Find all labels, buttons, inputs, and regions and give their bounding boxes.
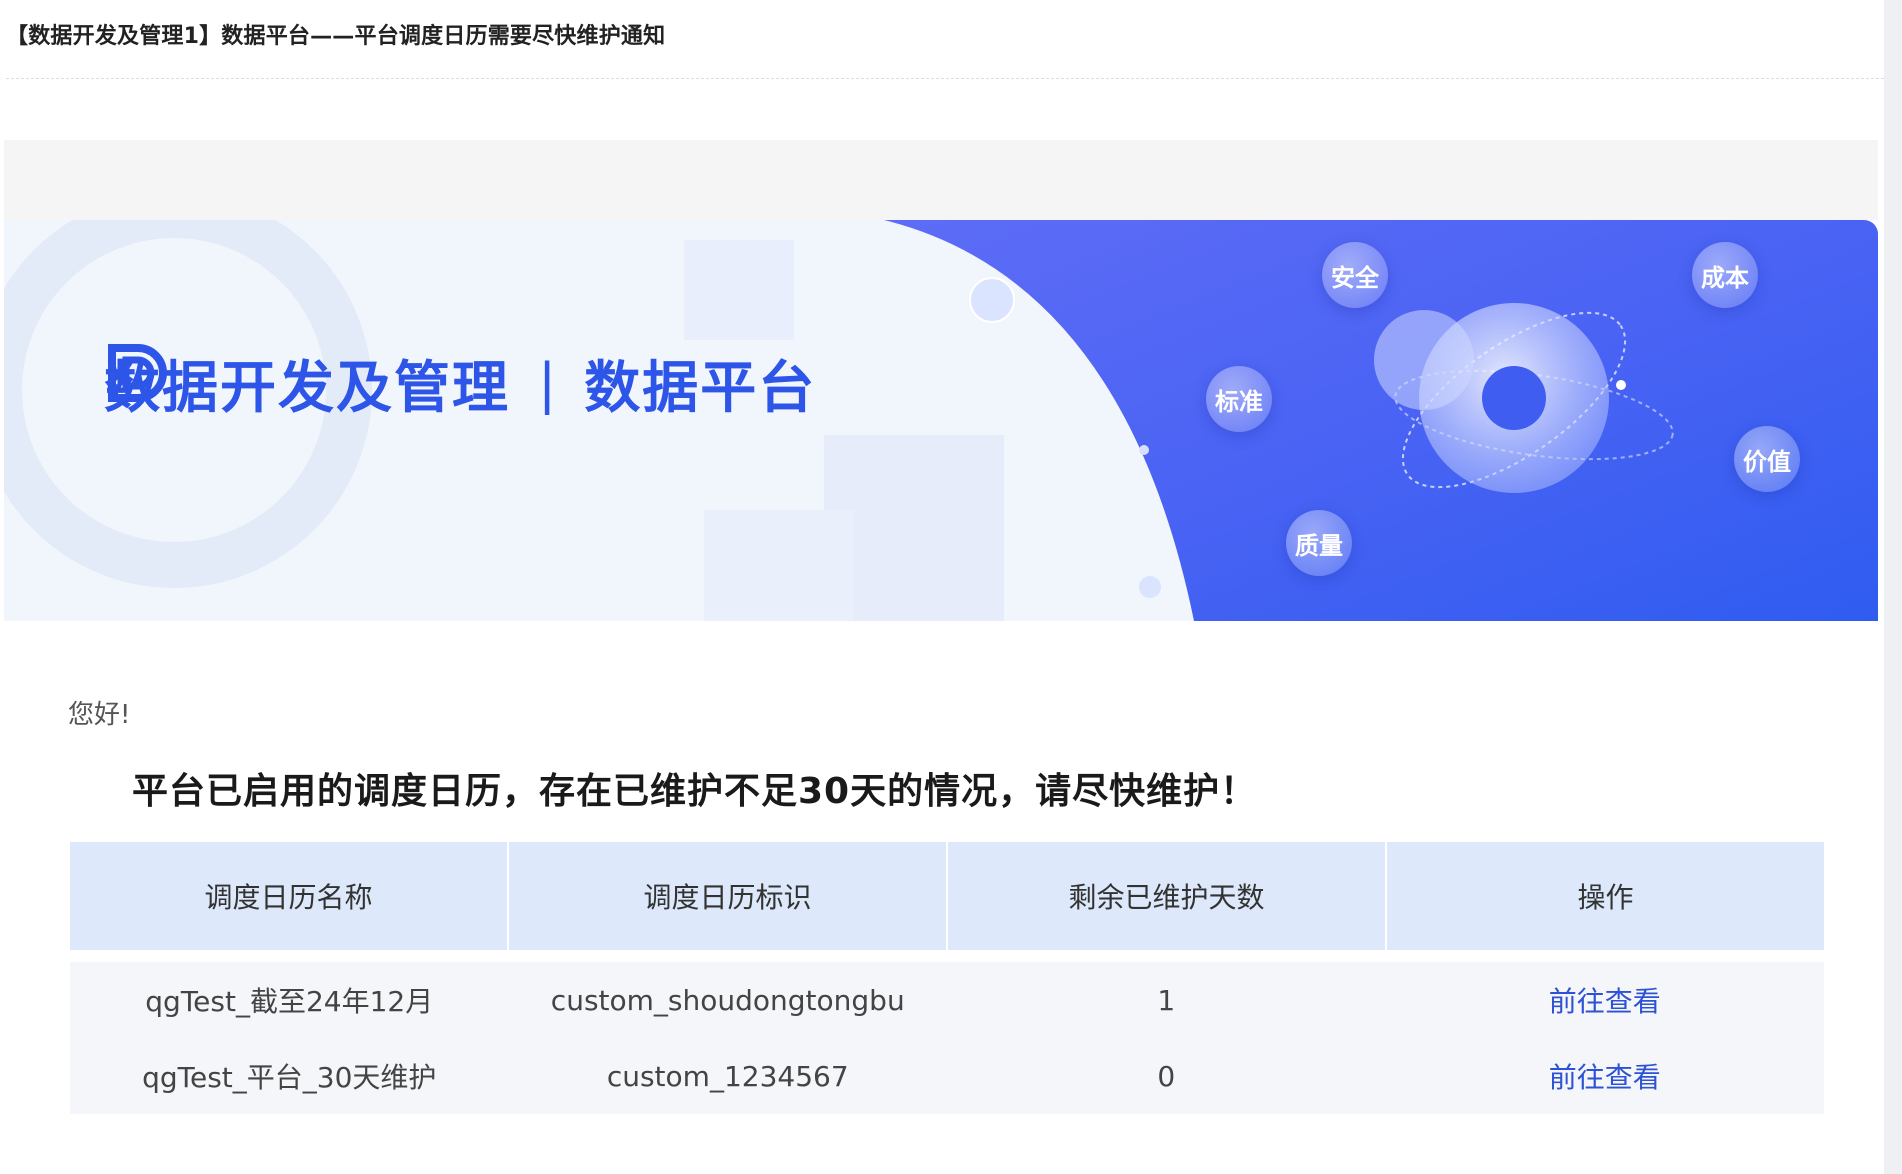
center-orb-overlay: [1374, 310, 1474, 410]
greeting-text: 您好!: [68, 700, 131, 730]
cell-calendar-name: qgTest_截至24年12月: [145, 985, 434, 1018]
notice-headline: 平台已启用的调度日历，存在已维护不足30天的情况，请尽快维护！: [132, 771, 1258, 812]
header-action: 操作: [1577, 881, 1634, 914]
scrollbar-track[interactable]: [1884, 0, 1902, 1174]
view-link[interactable]: 前往查看: [1549, 980, 1661, 1020]
dot-decoration: [1139, 445, 1149, 455]
cell-action: 前往查看: [1386, 962, 1825, 1038]
header-remaining-days: 剩余已维护天数: [948, 842, 1387, 950]
brand-separator: |: [538, 351, 557, 415]
subject-divider: [6, 78, 1884, 79]
calendar-table: 调度日历名称 调度日历标识 剩余已维护天数 操作 qgTest_截至24年12月…: [70, 842, 1824, 1124]
view-link[interactable]: 前往查看: [1549, 1056, 1661, 1096]
dot-decoration: [1139, 576, 1161, 598]
cell-remaining-days: 0: [1157, 1059, 1176, 1093]
brand-header: 数据开发及管理 | 数据平台: [104, 338, 816, 428]
cell-calendar-id: custom_shoudongtongbu: [550, 983, 905, 1017]
center-hole: [1482, 366, 1546, 430]
header-calendar-id: 调度日历标识: [509, 842, 948, 950]
cell-calendar-name: qgTest_平台_30天维护: [142, 1061, 437, 1094]
platform-banner: 数据开发及管理 | 数据平台 安全 成本 标准 价值 质量: [4, 220, 1878, 621]
bubble-security: 安全: [1322, 242, 1388, 308]
table-body: qgTest_截至24年12月 custom_shoudongtongbu 1 …: [70, 962, 1824, 1114]
bubble-standard: 标准: [1206, 366, 1272, 432]
email-page: 【数据开发及管理1】数据平台——平台调度日历需要尽快维护通知 数据开发及管理 |…: [0, 0, 1902, 1174]
brand-logo-icon: [108, 344, 167, 402]
small-orb: [969, 277, 1015, 323]
bubble-quality: 质量: [1286, 510, 1352, 576]
header-calendar-name: 调度日历名称: [70, 842, 509, 950]
brand-subtitle: 数据平台: [584, 355, 817, 421]
table-row: qgTest_截至24年12月 custom_shoudongtongbu 1 …: [70, 962, 1824, 1038]
table-header: 调度日历名称 调度日历标识 剩余已维护天数 操作: [70, 842, 1824, 950]
orbit-dot: [1616, 380, 1626, 390]
cube-decoration: [684, 240, 794, 340]
cell-action: 前往查看: [1386, 1038, 1825, 1114]
email-subject: 【数据开发及管理1】数据平台——平台调度日历需要尽快维护通知: [6, 24, 666, 49]
banner-top-band: [4, 140, 1878, 220]
cube-decoration: [704, 510, 854, 621]
cell-remaining-days: 1: [1157, 983, 1176, 1017]
table-row: qgTest_平台_30天维护 custom_1234567 0 前往查看: [70, 1038, 1824, 1114]
bubble-value: 价值: [1734, 426, 1800, 492]
bubble-cost: 成本: [1692, 242, 1758, 308]
cell-calendar-id: custom_1234567: [606, 1059, 849, 1093]
